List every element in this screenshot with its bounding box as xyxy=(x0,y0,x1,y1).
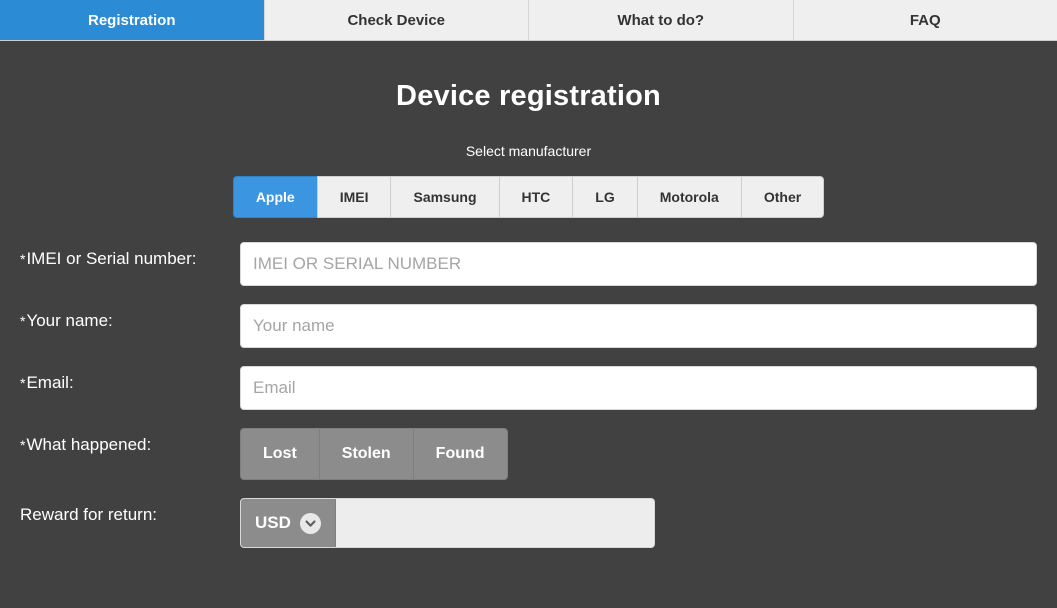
name-label-text: Your name: xyxy=(26,311,113,330)
imei-label: *IMEI or Serial number: xyxy=(20,242,240,270)
manufacturer-button-htc[interactable]: HTC xyxy=(498,176,573,218)
required-marker: * xyxy=(20,437,26,453)
email-field-wrap xyxy=(240,366,1037,410)
page-title: Device registration xyxy=(396,80,661,112)
form-row-name: *Your name: xyxy=(20,304,1037,348)
name-input[interactable] xyxy=(240,304,1037,348)
manufacturer-label: LG xyxy=(595,189,615,205)
email-input[interactable] xyxy=(240,366,1037,410)
what-happened-button-lost[interactable]: Lost xyxy=(240,428,319,480)
reward-amount-input[interactable] xyxy=(335,499,654,547)
what-happened-button-stolen[interactable]: Stolen xyxy=(318,428,413,480)
imei-label-text: IMEI or Serial number: xyxy=(26,249,197,268)
top-navigation: Registration Check Device What to do? FA… xyxy=(0,0,1057,41)
what-happened-button-group: Lost Stolen Found xyxy=(240,428,1037,480)
reward-label-text: Reward for return: xyxy=(20,505,157,524)
registration-form: *IMEI or Serial number: *Your name: *Ema… xyxy=(0,242,1057,548)
nav-tab-label: FAQ xyxy=(909,11,941,29)
manufacturer-label: Other xyxy=(763,189,802,205)
form-row-email: *Email: xyxy=(20,366,1037,410)
nav-tab-label: Check Device xyxy=(347,11,446,29)
manufacturer-button-group: Apple IMEI Samsung HTC LG Motorola Other xyxy=(0,176,1057,218)
what-happened-field-wrap: Lost Stolen Found xyxy=(240,428,1037,480)
what-happened-option-label: Stolen xyxy=(341,445,391,462)
manufacturer-button-samsung[interactable]: Samsung xyxy=(390,176,499,218)
nav-tab-check-device[interactable]: Check Device xyxy=(264,0,529,40)
what-happened-option-label: Lost xyxy=(263,445,297,462)
what-happened-label: *What happened: xyxy=(20,428,240,456)
what-happened-option-label: Found xyxy=(435,445,485,462)
manufacturer-button-lg[interactable]: LG xyxy=(572,176,637,218)
manufacturer-label: HTC xyxy=(521,189,551,205)
email-label-text: Email: xyxy=(26,373,74,392)
nav-tab-faq[interactable]: FAQ xyxy=(793,0,1057,40)
chevron-down-icon xyxy=(299,512,321,534)
nav-tab-registration[interactable]: Registration xyxy=(0,0,265,40)
name-field-wrap xyxy=(240,304,1037,348)
select-manufacturer-label: Select manufacturer xyxy=(465,143,592,159)
nav-tab-label: Registration xyxy=(87,11,176,29)
required-marker: * xyxy=(20,375,26,391)
manufacturer-button-imei[interactable]: IMEI xyxy=(316,176,391,218)
manufacturer-label: Samsung xyxy=(413,189,477,205)
reward-label: Reward for return: xyxy=(20,498,240,526)
nav-tab-what-to-do[interactable]: What to do? xyxy=(529,0,794,40)
required-marker: * xyxy=(20,251,26,267)
form-row-imei: *IMEI or Serial number: xyxy=(20,242,1037,286)
imei-input[interactable] xyxy=(240,242,1037,286)
reward-field-wrap: USD xyxy=(240,498,1037,548)
required-marker: * xyxy=(20,313,26,329)
manufacturer-label: IMEI xyxy=(339,189,369,205)
imei-field-wrap xyxy=(240,242,1037,286)
email-label: *Email: xyxy=(20,366,240,394)
registration-page: Device registration Select manufacturer … xyxy=(0,41,1057,608)
nav-tab-label: What to do? xyxy=(617,11,705,29)
manufacturer-button-apple[interactable]: Apple xyxy=(232,176,317,218)
currency-dropdown-button[interactable]: USD xyxy=(241,499,336,547)
manufacturer-label: Apple xyxy=(255,189,295,205)
manufacturer-button-other[interactable]: Other xyxy=(740,176,825,218)
form-row-what-happened: *What happened: Lost Stolen Found xyxy=(20,428,1037,480)
manufacturer-button-motorola[interactable]: Motorola xyxy=(636,176,741,218)
what-happened-label-text: What happened: xyxy=(26,435,152,454)
name-label: *Your name: xyxy=(20,304,240,332)
form-row-reward: Reward for return: USD xyxy=(20,498,1037,548)
manufacturer-label: Motorola xyxy=(659,189,719,205)
what-happened-button-found[interactable]: Found xyxy=(412,428,508,480)
reward-input-group: USD xyxy=(240,498,655,548)
currency-value: USD xyxy=(255,513,291,532)
